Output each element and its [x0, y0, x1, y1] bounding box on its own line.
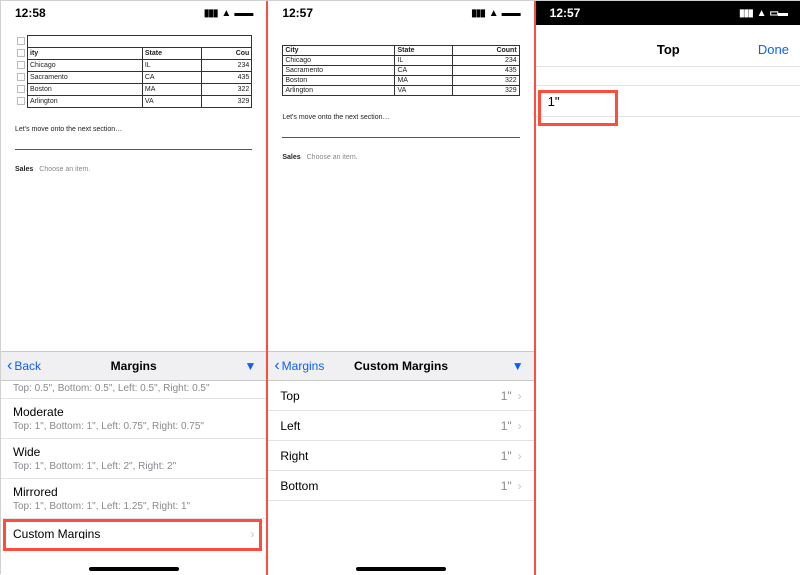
back-button[interactable]: ‹ Back: [1, 358, 41, 374]
screen-custom-margins: 12:57 ▮▮▮ ▲ ▬▬ City State Count ChicagoIL2…: [268, 1, 535, 575]
dropdown-icon[interactable]: ▼: [244, 359, 256, 373]
preset-moderate[interactable]: Moderate Top: 1", Bottom: 1", Left: 0.75…: [1, 399, 266, 439]
home-indicator: [89, 567, 179, 571]
preset-wide[interactable]: Wide Top: 1", Bottom: 1", Left: 2", Righ…: [1, 439, 266, 479]
panel-header: ‹ Back Margins ▼: [1, 351, 266, 381]
dropdown-icon[interactable]: ▼: [512, 359, 524, 373]
battery-icon: ▭▬: [770, 8, 787, 19]
status-icons: ▮▮▮ ▲ ▬▬: [204, 8, 252, 19]
signal-icon: ▮▮▮: [471, 8, 485, 19]
status-icons: ▮▮▮ ▲ ▭▬: [739, 8, 787, 19]
screen-margins-list: 12:58 ▮▮▮ ▲ ▬▬ ity State: [1, 1, 268, 575]
back-button[interactable]: ‹ Margins: [268, 358, 324, 374]
section-note: Let's move onto the next section…: [282, 114, 519, 121]
signal-icon: ▮▮▮: [739, 8, 753, 19]
status-bar: 12:57 ▮▮▮ ▲ ▬▬: [268, 1, 533, 25]
chevron-right-icon: ›: [518, 389, 522, 403]
home-indicator: [356, 567, 446, 571]
panel-header: ‹ Margins Custom Margins ▼: [268, 351, 533, 381]
chevron-left-icon: ‹: [7, 358, 12, 374]
chevron-right-icon: ›: [518, 419, 522, 433]
chevron-right-icon: ›: [250, 527, 254, 540]
screen-top-editor: 12:57 ▮▮▮ ▲ ▭▬ Top Done 1": [536, 1, 800, 575]
margin-right-row[interactable]: Right 1"›: [268, 441, 533, 471]
wifi-icon: ▲: [221, 8, 230, 19]
custom-margins-row[interactable]: Custom Margins ›: [1, 519, 266, 539]
document-preview: City State Count ChicagoIL234 Sacramento…: [268, 25, 533, 161]
wifi-icon: ▲: [489, 8, 498, 19]
margin-value: 1": [548, 94, 560, 109]
nav-bar: Top Done: [536, 33, 800, 67]
chevron-left-icon: ‹: [274, 358, 279, 374]
status-icons: ▮▮▮ ▲ ▬▬: [471, 8, 519, 19]
truncated-preset: Top: 0.5", Bottom: 0.5", Left: 0.5", Rig…: [13, 383, 254, 394]
nav-title: Top: [657, 42, 680, 57]
data-table: City State Count ChicagoIL234 Sacramento…: [282, 45, 519, 96]
sales-field: SalesChoose an item.: [15, 166, 252, 173]
clock: 12:57: [282, 6, 313, 20]
margin-value-input[interactable]: 1": [536, 85, 800, 117]
done-button[interactable]: Done: [758, 42, 789, 57]
chevron-right-icon: ›: [518, 479, 522, 493]
status-bar: 12:58 ▮▮▮ ▲ ▬▬: [1, 1, 266, 25]
clock: 12:58: [15, 6, 46, 20]
clock: 12:57: [550, 6, 581, 20]
battery-icon: ▬▬: [502, 8, 520, 19]
wifi-icon: ▲: [757, 8, 766, 19]
margin-bottom-row[interactable]: Bottom 1"›: [268, 471, 533, 501]
battery-icon: ▬▬: [234, 8, 252, 19]
status-bar: 12:57 ▮▮▮ ▲ ▭▬: [536, 1, 800, 25]
chevron-right-icon: ›: [518, 449, 522, 463]
signal-icon: ▮▮▮: [204, 8, 218, 19]
preset-mirrored[interactable]: Mirrored Top: 1", Bottom: 1", Left: 1.25…: [1, 479, 266, 519]
section-note: Let's move onto the next section…: [15, 126, 252, 133]
margin-top-row[interactable]: Top 1"›: [268, 381, 533, 411]
data-table: ity State Cou ChicagoIL234 SacramentoCA4…: [15, 35, 252, 108]
margin-left-row[interactable]: Left 1"›: [268, 411, 533, 441]
sales-field: SalesChoose an item.: [282, 154, 519, 161]
document-preview: ity State Cou ChicagoIL234 SacramentoCA4…: [1, 25, 266, 173]
